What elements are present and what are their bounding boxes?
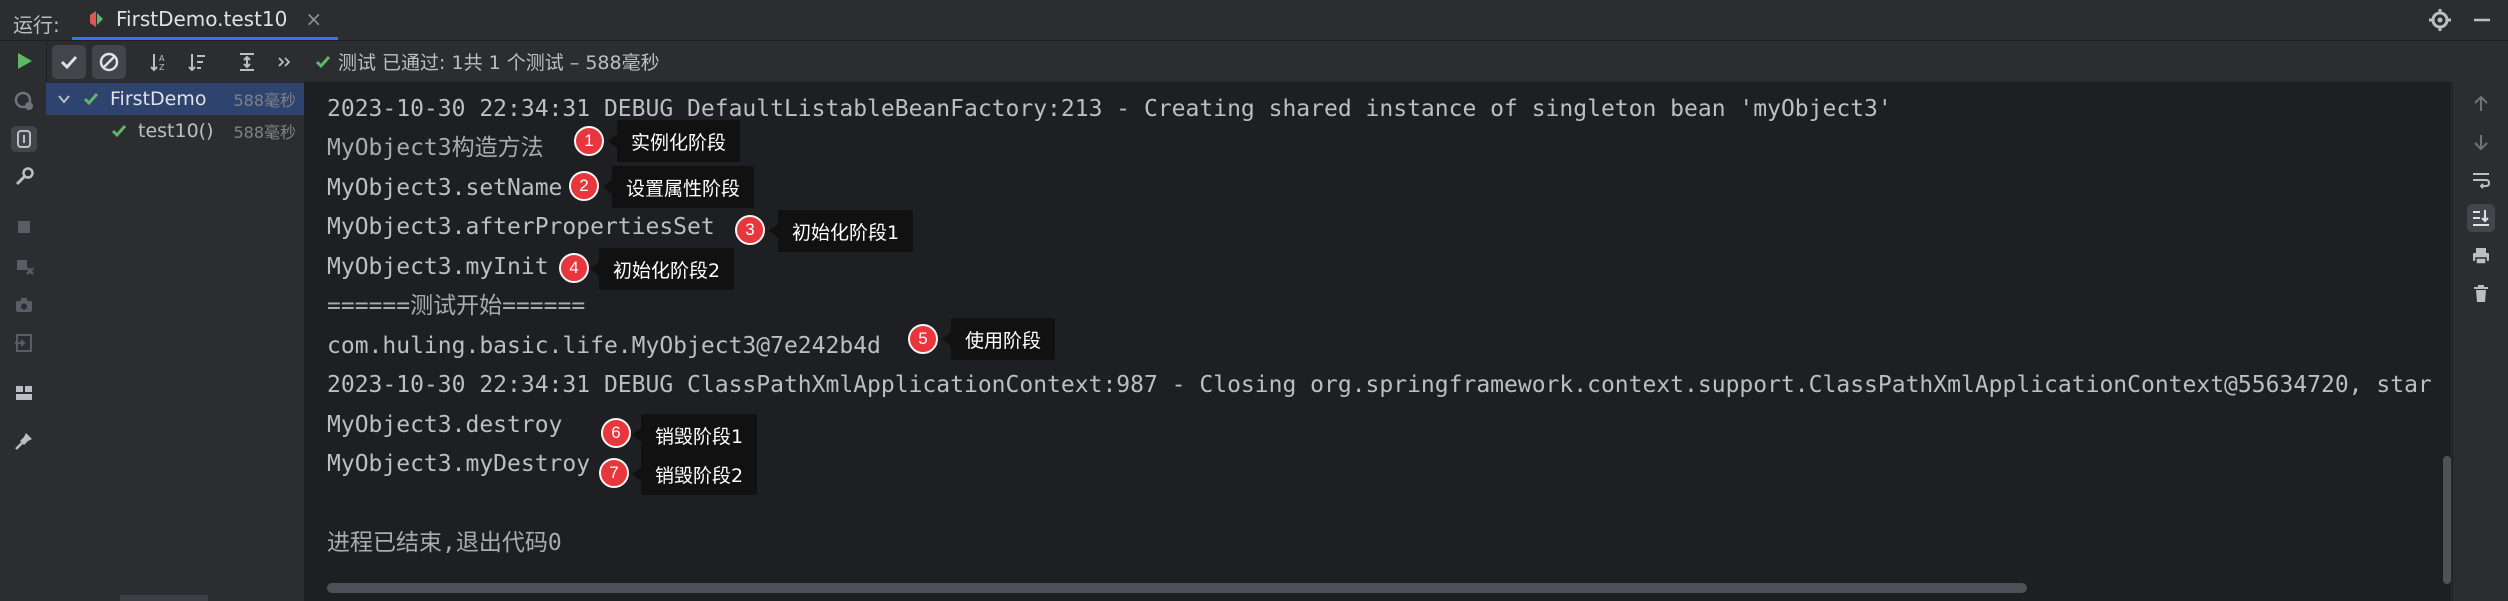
console-line: ======测试开始======: [327, 293, 586, 319]
kill-process-icon[interactable]: [11, 252, 37, 278]
pin-icon[interactable]: [11, 428, 37, 454]
test-status: 测试 已通过: 1共 1 个测试 – 588毫秒: [314, 48, 660, 75]
arrow-down-icon[interactable]: [2467, 128, 2495, 156]
toggle-auto-test-icon[interactable]: [11, 126, 37, 152]
console-line: 2023-10-30 22:34:31 DEBUG ClassPathXmlAp…: [327, 372, 2432, 398]
run-config-icon: [90, 10, 103, 27]
svg-text:Z: Z: [159, 63, 165, 72]
annotation-callout: 初始化阶段2: [589, 248, 735, 290]
console-line: com.huling.basic.life.MyObject3@7e242b4d: [327, 333, 881, 359]
annotation-callout: 实例化阶段: [607, 120, 741, 162]
camera-icon[interactable]: [11, 292, 37, 318]
layout-icon[interactable]: [11, 380, 37, 406]
annotation-callout: 销毁阶段2: [631, 453, 758, 495]
trash-icon[interactable]: [2467, 280, 2495, 308]
scroll-to-end-icon[interactable]: [2467, 204, 2495, 232]
exit-icon[interactable]: [11, 330, 37, 356]
close-tab-icon[interactable]: ×: [305, 7, 322, 31]
tree-scrollbar[interactable]: [120, 595, 208, 601]
annotation-badge: 4: [559, 253, 589, 283]
annotation-callout: 销毁阶段1: [631, 414, 758, 456]
run-tool-window-header: [0, 0, 2508, 41]
annotation-callout: 使用阶段: [941, 318, 1056, 360]
annotation-badge: 1: [574, 126, 604, 156]
annotation-badge: 3: [735, 215, 765, 245]
console-action-strip: [2452, 82, 2508, 601]
check-icon: [83, 93, 99, 106]
arrow-up-icon[interactable]: [2467, 90, 2495, 118]
test-tree: FirstDemo 588毫秒 test10() 588毫秒: [46, 82, 305, 601]
console-line: MyObject3.myInit: [327, 254, 549, 280]
tree-item-firstdemo[interactable]: FirstDemo 588毫秒: [46, 83, 304, 115]
rerun-failed-icon[interactable]: [11, 88, 37, 114]
console-line: 2023-10-30 22:34:31 DEBUG DefaultListabl…: [327, 96, 1892, 122]
console-line: MyObject3构造方法: [327, 135, 544, 161]
annotation-callout: 初始化阶段1: [768, 210, 914, 252]
tree-item-label: FirstDemo: [110, 88, 207, 110]
minimize-icon[interactable]: [2468, 6, 2496, 34]
vertical-scrollbar[interactable]: [2443, 456, 2451, 584]
horizontal-scrollbar[interactable]: [327, 583, 2027, 593]
run-label: 运行:: [13, 13, 60, 37]
console-line: MyObject3.destroy: [327, 412, 563, 438]
stop-icon[interactable]: [11, 214, 37, 240]
duration-text: 588毫秒: [233, 91, 296, 110]
tab-run-config[interactable]: FirstDemo.test10 ×: [72, 0, 339, 40]
annotation-callout: 设置属性阶段: [602, 166, 755, 208]
show-ignored-icon[interactable]: [92, 45, 126, 79]
tree-item-label: test10(): [138, 120, 214, 142]
annotation-badge: 7: [599, 458, 629, 488]
show-passed-icon[interactable]: [52, 45, 86, 79]
console-line: MyObject3.afterPropertiesSet: [327, 214, 715, 240]
more-actions-icon[interactable]: [274, 45, 294, 79]
annotation-badge: 5: [908, 324, 938, 354]
rerun-icon[interactable]: [11, 48, 37, 74]
svg-text:A: A: [159, 54, 165, 63]
check-icon: [315, 55, 331, 68]
tree-item-test10[interactable]: test10() 588毫秒: [46, 115, 304, 147]
expand-all-icon[interactable]: [230, 45, 264, 79]
annotation-badge: 2: [569, 171, 599, 201]
left-action-strip: [0, 42, 47, 601]
test-status-label: 测试 已通过: 1共 1 个测试 – 588毫秒: [338, 52, 660, 74]
sort-alphabetically-icon[interactable]: AZ: [142, 45, 176, 79]
console-line: MyObject3.myDestroy: [327, 451, 591, 477]
sort-by-duration-icon[interactable]: [180, 45, 214, 79]
console-line: MyObject3.setName: [327, 175, 563, 201]
wrench-icon[interactable]: [11, 164, 37, 190]
duration-text: 588毫秒: [233, 123, 296, 142]
soft-wrap-icon[interactable]: [2467, 166, 2495, 194]
test-toolbar: AZ 测试 已通过: 1共 1 个测试 – 588毫秒: [46, 42, 2508, 82]
tab-title: FirstDemo.test10: [116, 6, 288, 31]
annotation-badge: 6: [601, 418, 631, 448]
check-icon: [111, 125, 127, 138]
console-line: 进程已结束,退出代码0: [327, 530, 562, 556]
print-icon[interactable]: [2467, 242, 2495, 270]
chevron-down-icon[interactable]: [56, 91, 72, 107]
gear-icon[interactable]: [2426, 6, 2454, 34]
